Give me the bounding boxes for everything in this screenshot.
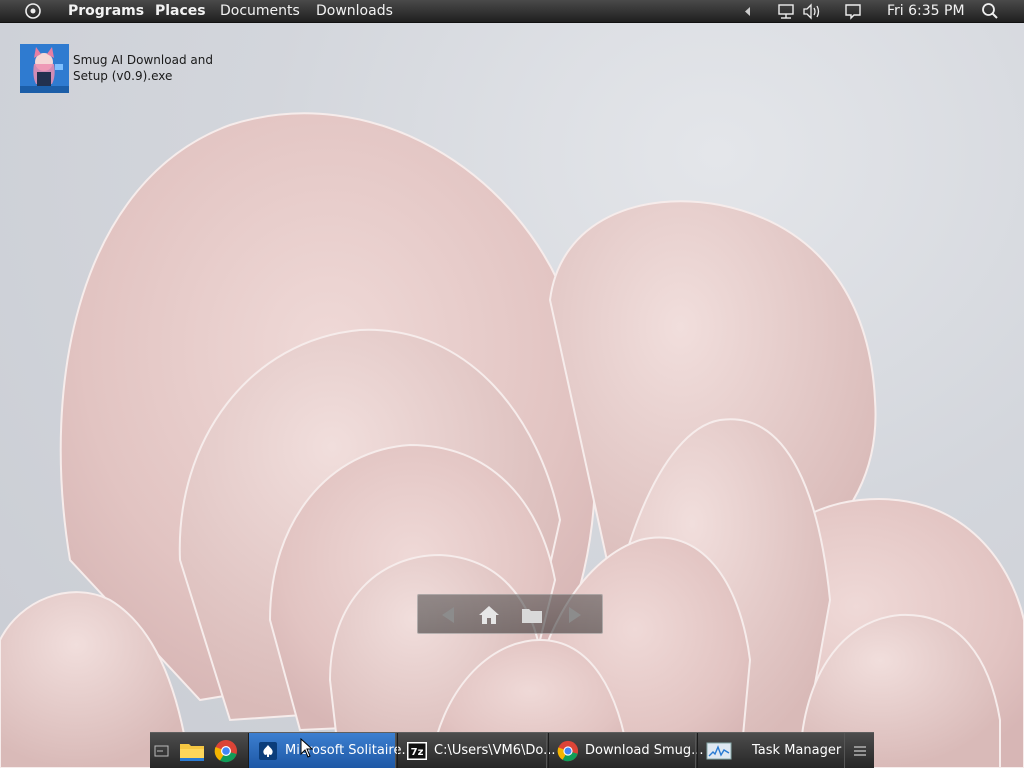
desktop-icon-label: Smug AI Download and Setup (v0.9).exe [73, 52, 213, 84]
desktop-icon-label-line1: Smug AI Download and [73, 53, 213, 67]
menu-places[interactable]: Places [155, 0, 206, 23]
menu-documents[interactable]: Documents [220, 0, 300, 23]
home-icon[interactable] [475, 601, 503, 629]
7zip-icon: 7z [406, 740, 428, 762]
task-label: Download Smug... [585, 743, 704, 758]
mouse-cursor-icon [300, 737, 314, 762]
task-task-manager[interactable]: Task Manager [697, 733, 845, 768]
back-icon[interactable] [434, 601, 462, 629]
folder-icon[interactable] [518, 601, 546, 629]
top-panel: Programs Places Documents Downloads Fri … [0, 0, 1024, 23]
task-7zip-folder[interactable]: 7z C:\Users\VM6\Do... [397, 733, 556, 768]
taskbar: Microsoft Solitaire... 7z C:\Users\VM6\D… [150, 732, 874, 768]
chrome-icon [557, 740, 579, 762]
desktop-icon-smug-ai-setup[interactable]: Smug AI Download and Setup (v0.9).exe [20, 44, 213, 96]
network-icon[interactable] [777, 3, 795, 26]
search-icon[interactable] [981, 2, 999, 25]
file-explorer-icon[interactable] [179, 739, 204, 763]
show-desktop-icon[interactable] [154, 739, 178, 763]
chrome-icon[interactable] [214, 739, 238, 763]
task-label: Task Manager [752, 743, 842, 758]
message-icon[interactable] [844, 3, 862, 26]
task-manager-icon [706, 740, 732, 762]
task-label: C:\Users\VM6\Do... [434, 743, 556, 758]
solitaire-icon [257, 740, 279, 762]
desktop-wallpaper [0, 112, 1024, 768]
task-chrome-download[interactable]: Download Smug... [548, 733, 704, 768]
forward-icon[interactable] [561, 601, 589, 629]
volume-icon[interactable] [802, 3, 822, 26]
menu-icon[interactable] [24, 2, 42, 20]
clock[interactable]: Fri 6:35 PM [887, 0, 965, 23]
menu-programs[interactable]: Programs [68, 0, 144, 23]
taskbar-menu-icon[interactable] [850, 739, 874, 763]
floating-navigation-bar [417, 594, 603, 634]
task-microsoft-solitaire[interactable]: Microsoft Solitaire... [248, 733, 414, 768]
menu-downloads[interactable]: Downloads [316, 0, 393, 23]
svg-text:7z: 7z [411, 747, 424, 758]
desktop-icon-label-line2: Setup (v0.9).exe [73, 69, 173, 83]
installer-icon [20, 44, 69, 93]
tray-expand-icon[interactable] [743, 0, 753, 23]
